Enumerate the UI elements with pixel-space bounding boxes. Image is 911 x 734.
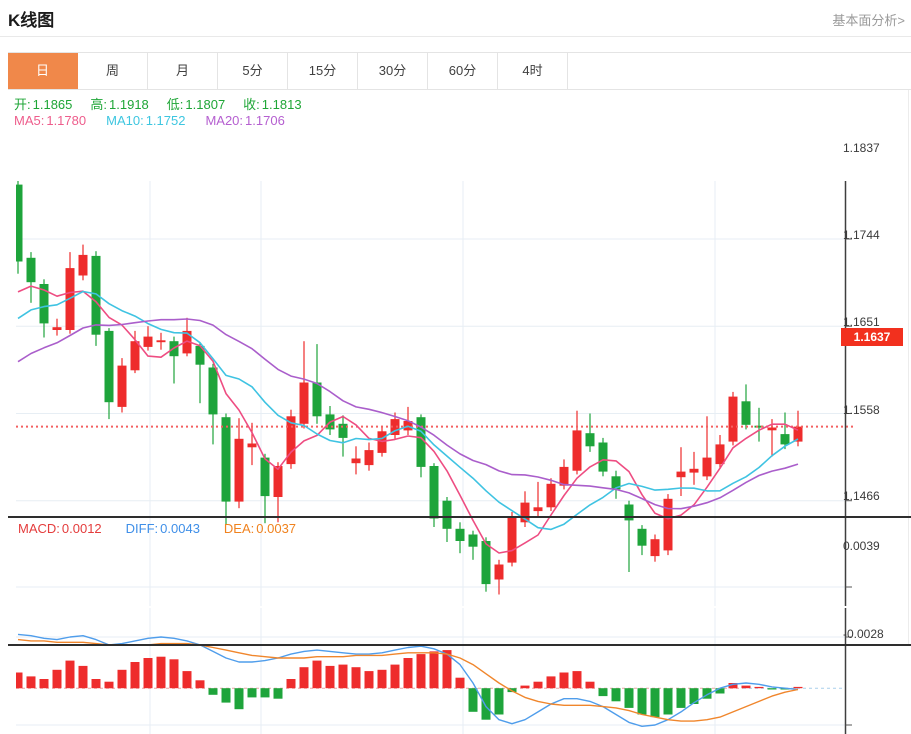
title-divider xyxy=(0,36,911,37)
period-tabbar: 日周月5分15分30分60分4时 xyxy=(8,52,911,90)
candles-layer xyxy=(16,181,803,595)
tab-week[interactable]: 周 xyxy=(78,53,148,89)
fundamental-analysis-link[interactable]: 基本面分析> xyxy=(832,10,905,29)
tab-4h[interactable]: 4时 xyxy=(498,53,568,89)
pane-separator xyxy=(8,516,911,518)
tab-30min[interactable]: 30分 xyxy=(358,53,428,89)
page-title: K线图 xyxy=(8,6,54,31)
macd-chart[interactable] xyxy=(16,608,911,734)
candlestick-chart[interactable] xyxy=(16,181,911,606)
chart-bottom-border xyxy=(8,644,911,646)
tab-5min[interactable]: 5分 xyxy=(218,53,288,89)
container-right-border xyxy=(908,90,909,646)
tab-day[interactable]: 日 xyxy=(8,53,78,89)
tab-60min[interactable]: 60分 xyxy=(428,53,498,89)
tab-month[interactable]: 月 xyxy=(148,53,218,89)
current-price-tag: 1.1637 xyxy=(841,328,903,346)
chart-area xyxy=(8,90,911,646)
gridlines xyxy=(16,181,845,606)
tab-15min[interactable]: 15分 xyxy=(288,53,358,89)
